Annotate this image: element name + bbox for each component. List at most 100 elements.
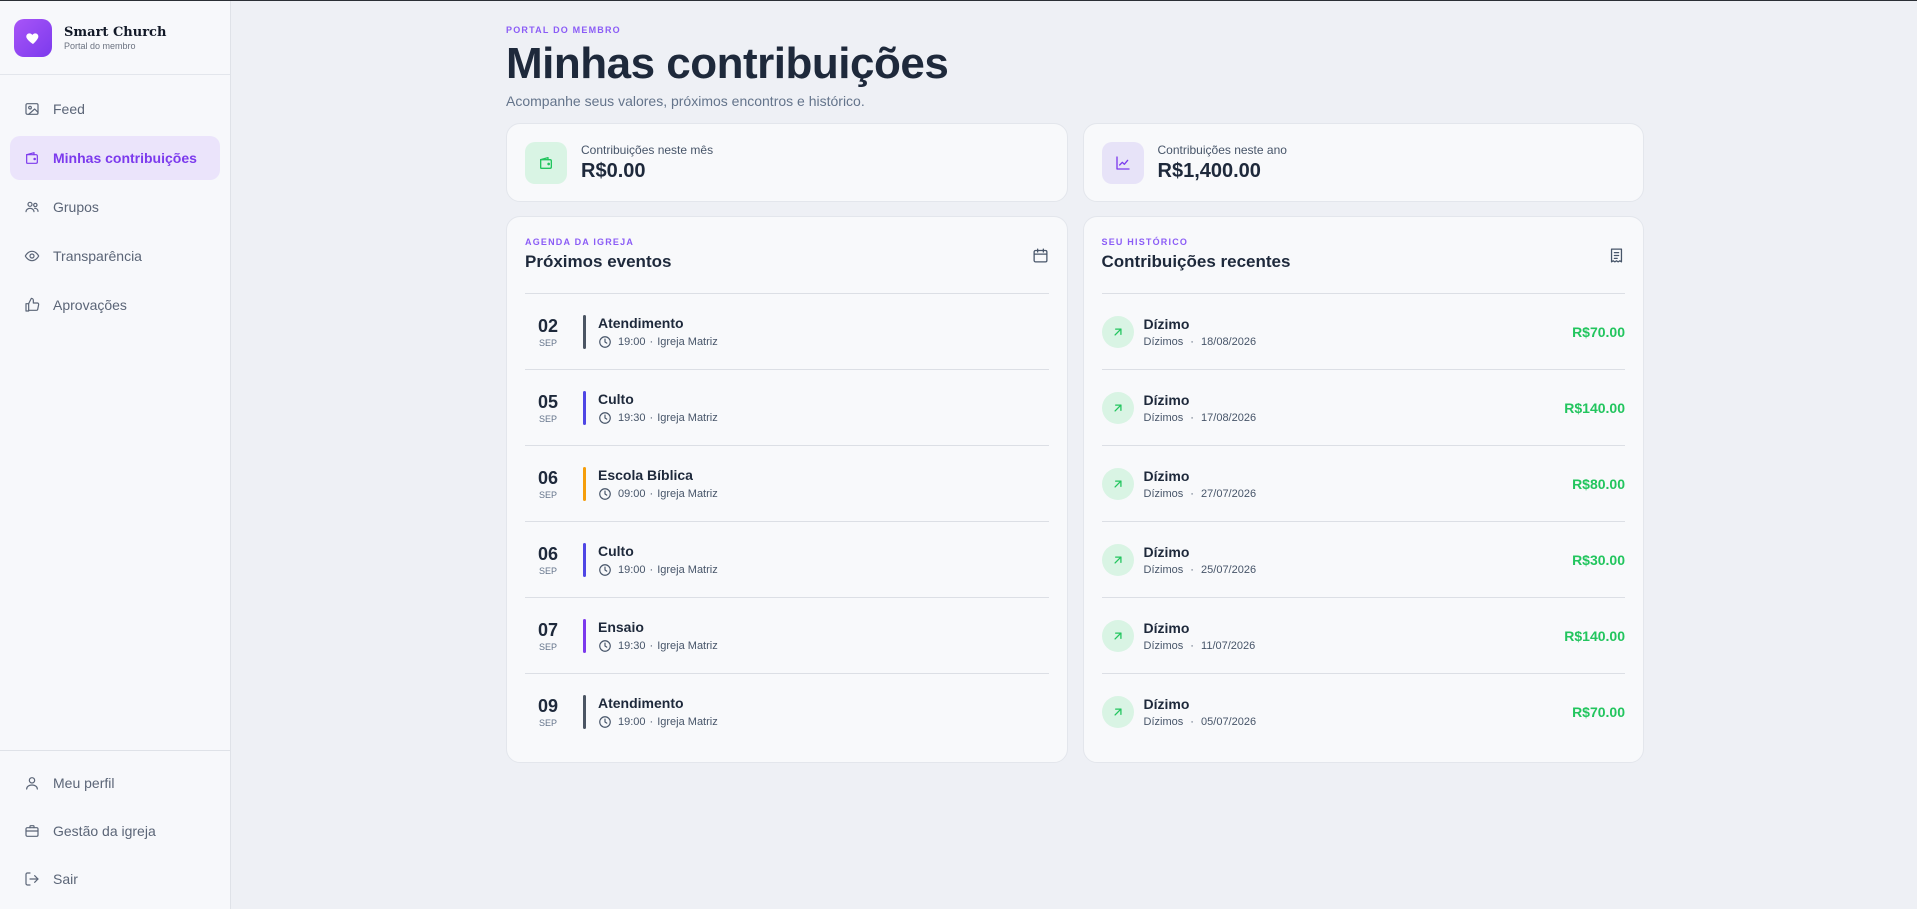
nav-item-grupos[interactable]: Grupos — [10, 185, 220, 229]
event-item[interactable]: 06 SEP Escola Bíblica 09:00 · Igreja Mat… — [525, 446, 1049, 523]
users-icon — [25, 201, 39, 213]
sidebar: Smart Church Portal do membro Feed Minha… — [0, 1, 231, 909]
panel-header: SEU HISTÓRICO Contribuições recentes — [1101, 237, 1625, 295]
contribution-date: 25/07/2026 — [1201, 563, 1257, 576]
stat-label: Contribuições neste mês — [581, 142, 714, 157]
contribution-category: Dízimos — [1143, 335, 1184, 348]
sidebar-footer: Meu perfil Gestão da igreja Sair — [0, 750, 230, 909]
nav-item-sair[interactable]: Sair — [10, 857, 220, 901]
event-date: 05 SEP — [525, 392, 571, 424]
thumbs-up-icon — [25, 297, 40, 312]
event-date: 06 SEP — [525, 544, 571, 576]
stat-value: R$1,400.00 — [1157, 159, 1261, 182]
event-place: Igreja Matriz — [657, 487, 718, 500]
events-panel: AGENDA DA IGREJA Próximos eventos 02 SEP… — [506, 216, 1068, 764]
contribution-item[interactable]: Dízimo Dízimos · 25/07/2026 R$30.00 — [1101, 522, 1625, 599]
event-meta: 19:30 · Igreja Matriz — [598, 411, 718, 425]
separator: · — [1190, 639, 1194, 652]
separator: · — [649, 487, 654, 500]
nav-item-feed[interactable]: Feed — [10, 87, 220, 131]
contribution-category: Dízimos — [1143, 716, 1184, 729]
stat-card-month: Contribuições neste mês R$0.00 — [506, 123, 1068, 203]
event-time: 09:00 — [618, 487, 646, 500]
arrow-up-right-icon — [1101, 391, 1134, 424]
panels-row: AGENDA DA IGREJA Próximos eventos 02 SEP… — [506, 216, 1644, 764]
event-place: Igreja Matriz — [657, 563, 718, 576]
event-month: SEP — [538, 489, 557, 500]
contribution-item[interactable]: Dízimo Dízimos · 17/08/2026 R$140.00 — [1101, 370, 1625, 447]
arrow-up-right-icon — [1101, 696, 1134, 729]
nav-item-aprovacoes[interactable]: Aprovações — [10, 283, 220, 327]
event-place: Igreja Matriz — [657, 716, 718, 729]
clock-icon — [599, 716, 611, 729]
event-day: 06 — [537, 467, 559, 488]
contribution-meta: Dízimos · 11/07/2026 — [1144, 640, 1565, 652]
event-item[interactable]: 05 SEP Culto 19:30 · Igreja Matriz — [525, 370, 1049, 447]
event-month: SEP — [538, 337, 557, 348]
event-day: 09 — [537, 696, 559, 717]
contribution-meta: Dízimos · 05/07/2026 — [1144, 716, 1573, 728]
separator: · — [1190, 411, 1194, 424]
nav-item-transparencia[interactable]: Transparência — [10, 234, 220, 278]
chart-up-icon — [1101, 141, 1144, 184]
event-time: 19:30 — [618, 639, 646, 652]
arrow-up-right-icon — [1101, 467, 1134, 500]
panel-header: AGENDA DA IGREJA Próximos eventos — [525, 237, 1049, 295]
event-month: SEP — [538, 718, 557, 729]
event-meta: 09:00 · Igreja Matriz — [598, 487, 718, 501]
page-eyebrow: PORTAL DO MEMBRO — [506, 25, 621, 35]
contribution-date: 18/08/2026 — [1201, 335, 1257, 348]
clock-icon — [599, 335, 611, 348]
event-day: 05 — [537, 391, 559, 412]
contribution-category: Dízimos — [1143, 411, 1184, 424]
event-title: Culto — [598, 390, 634, 407]
event-color-bar — [583, 390, 586, 425]
brand[interactable]: Smart Church Portal do membro — [0, 1, 230, 75]
heart-icon — [14, 18, 52, 57]
contribution-title: Dízimo — [1143, 543, 1190, 560]
logout-icon — [25, 872, 39, 886]
nav-item-meu-perfil[interactable]: Meu perfil — [10, 761, 220, 805]
stat-label: Contribuições neste ano — [1157, 142, 1287, 157]
contribution-item[interactable]: Dízimo Dízimos · 18/08/2026 R$70.00 — [1101, 294, 1625, 371]
event-item[interactable]: 07 SEP Ensaio 19:30 · Igreja Matriz — [525, 598, 1049, 675]
event-time: 19:00 — [618, 563, 646, 576]
receipt-icon[interactable] — [1608, 247, 1625, 264]
contribution-amount: R$70.00 — [1572, 323, 1625, 340]
separator: · — [1190, 487, 1194, 500]
event-item[interactable]: 02 SEP Atendimento 19:00 · Igreja Matriz — [525, 294, 1049, 371]
contribution-item[interactable]: Dízimo Dízimos · 05/07/2026 R$70.00 — [1101, 674, 1625, 750]
nav-item-gestao-da-igreja[interactable]: Gestão da igreja — [10, 809, 220, 853]
contribution-title: Dízimo — [1143, 315, 1190, 332]
main-content: PORTAL DO MEMBRO Minhas contribuições Ac… — [506, 25, 1644, 764]
separator: · — [649, 411, 654, 424]
contribution-item[interactable]: Dízimo Dízimos · 27/07/2026 R$80.00 — [1101, 446, 1625, 523]
contribution-item[interactable]: Dízimo Dízimos · 11/07/2026 R$140.00 — [1101, 598, 1625, 675]
briefcase-icon — [25, 825, 39, 837]
nav-label: Grupos — [53, 199, 99, 215]
brand-subtitle: Portal do membro — [64, 40, 136, 51]
separator: · — [649, 335, 654, 348]
clock-icon — [599, 487, 611, 500]
clock-icon — [599, 563, 611, 576]
event-title: Escola Bíblica — [598, 466, 693, 483]
event-item[interactable]: 09 SEP Atendimento 19:00 · Igreja Matriz — [525, 674, 1049, 750]
nav-item-minhas-contribuicoes[interactable]: Minhas contribuições — [10, 136, 220, 180]
image-icon — [25, 103, 39, 115]
events-list: 02 SEP Atendimento 19:00 · Igreja Matriz… — [525, 294, 1049, 750]
calendar-icon[interactable] — [1032, 247, 1049, 264]
nav-label: Aprovações — [53, 297, 127, 313]
event-color-bar — [583, 466, 586, 501]
user-icon — [26, 777, 38, 790]
contributions-list: Dízimo Dízimos · 18/08/2026 R$70.00 Dízi… — [1101, 294, 1625, 750]
arrow-up-right-icon — [1101, 543, 1134, 576]
contribution-date: 17/08/2026 — [1201, 411, 1257, 424]
event-color-bar — [583, 695, 586, 730]
contribution-date: 27/07/2026 — [1201, 487, 1257, 500]
panel-title: Contribuições recentes — [1101, 252, 1291, 272]
stats-row: Contribuições neste mês R$0.00 Contribui… — [506, 123, 1644, 203]
separator: · — [649, 716, 654, 729]
nav-label: Meu perfil — [53, 775, 115, 791]
event-day: 06 — [537, 543, 559, 564]
event-item[interactable]: 06 SEP Culto 19:00 · Igreja Matriz — [525, 522, 1049, 599]
